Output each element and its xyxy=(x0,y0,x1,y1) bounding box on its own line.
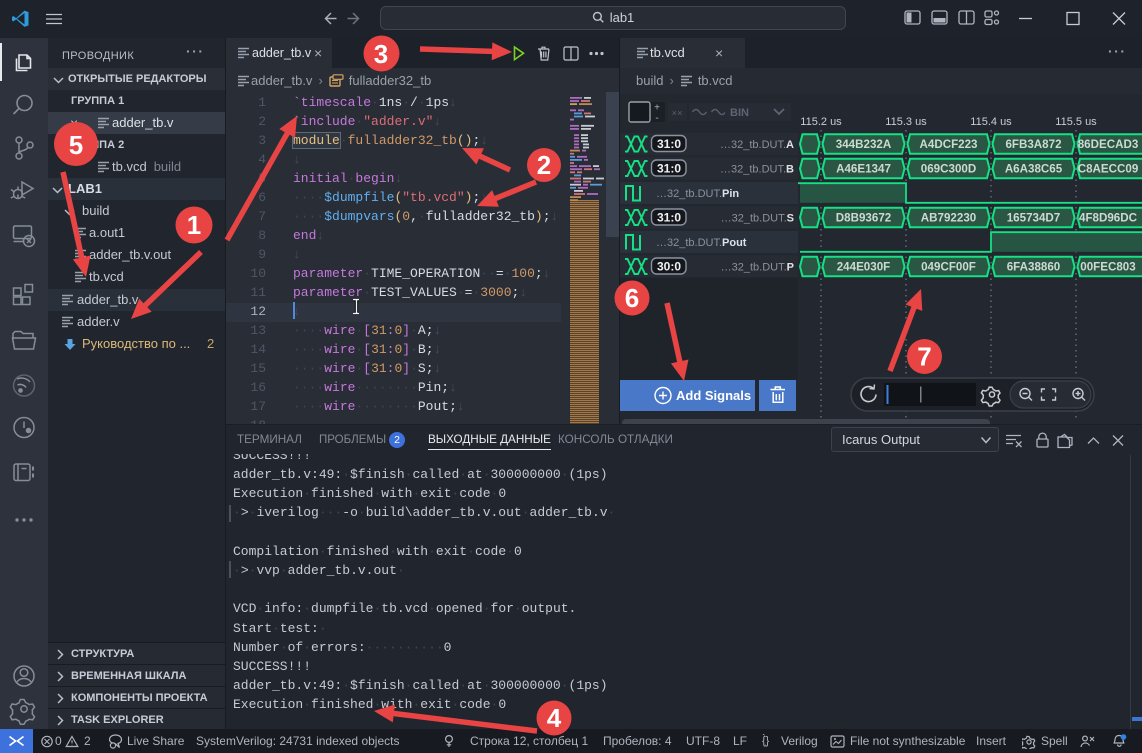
svg-text:7: 7 xyxy=(917,342,931,372)
svg-text:6: 6 xyxy=(625,283,639,313)
svg-text:1: 1 xyxy=(187,210,201,240)
svg-text:2: 2 xyxy=(537,150,551,180)
svg-text:5: 5 xyxy=(69,130,83,160)
svg-text:4: 4 xyxy=(547,703,562,733)
svg-text:3: 3 xyxy=(374,39,388,69)
